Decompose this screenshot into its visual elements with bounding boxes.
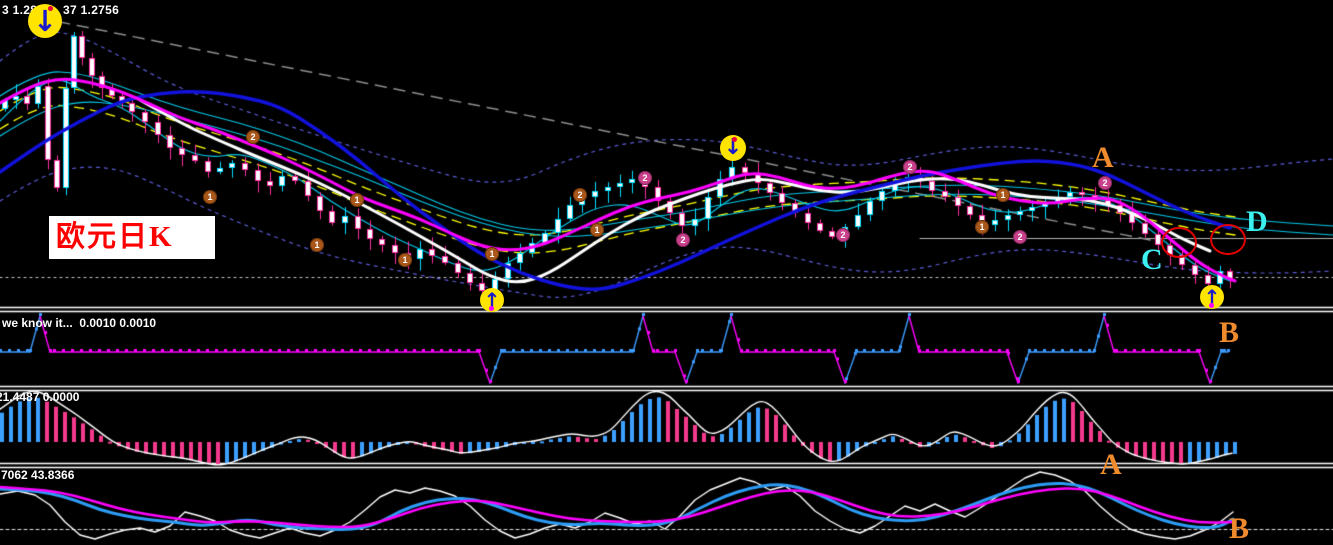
trading-chart: 3 1.2817 37 1.2756 欧元日K we know it... 0.… [0,0,1333,545]
quote-left-text: 3 1.2817 [2,3,52,17]
symbol-label-box: 欧元日K [49,216,215,259]
step-indicator-label: we know it... 0.0010 0.0010 [2,316,157,330]
chart-canvas[interactable] [0,0,1333,545]
symbol-label: 欧元日K [56,221,174,253]
macd-indicator-label: 21.4487 0.0000 [0,390,80,404]
stochastic-indicator-label: 7062 43.8366 [1,468,75,482]
quote-right-text: 37 1.2756 [63,3,120,17]
